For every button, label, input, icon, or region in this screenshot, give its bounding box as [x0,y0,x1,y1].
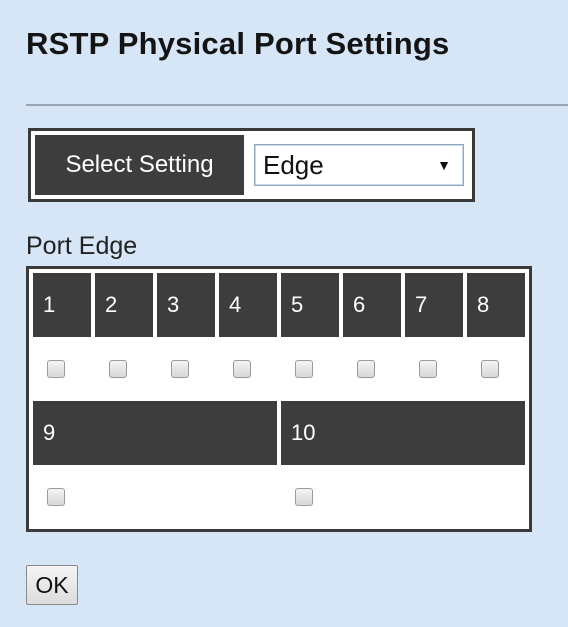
port-header-8: 8 [467,273,525,337]
port-10-cell [281,469,525,525]
port-8-checkbox[interactable] [481,359,499,378]
port-2-checkbox[interactable] [109,359,127,378]
page-title: RSTP Physical Port Settings [26,26,450,61]
port-7-checkbox[interactable] [419,359,437,378]
port-1-cell [33,341,91,397]
port-5-checkbox[interactable] [295,359,313,378]
port-header-row-1: 1 2 3 4 5 6 7 8 [33,273,525,337]
port-2-cell [95,341,153,397]
port-header-7: 7 [405,273,463,337]
port-header-4: 4 [219,273,277,337]
port-9-cell [33,469,277,525]
port-6-checkbox[interactable] [357,359,375,378]
port-checkbox-row-1 [33,341,525,397]
port-checkbox-row-2 [33,469,525,525]
select-setting-table: Select Setting Edge ▼ [28,128,475,202]
port-edge-label: Port Edge [26,232,138,260]
port-4-checkbox[interactable] [233,359,251,378]
port-header-2: 2 [95,273,153,337]
port-header-3: 3 [157,273,215,337]
title-divider [26,104,568,106]
port-4-cell [219,341,277,397]
port-header-1: 1 [33,273,91,337]
setting-dropdown[interactable]: Edge ▼ [254,144,464,186]
triangle-down-icon: ▼ [437,157,451,173]
select-setting-cell: Edge ▼ [248,135,468,195]
select-setting-label: Select Setting [35,135,244,195]
port-header-row-2: 9 10 [33,401,525,465]
setting-dropdown-value: Edge [263,149,324,180]
port-1-checkbox[interactable] [47,359,65,378]
port-3-cell [157,341,215,397]
port-5-cell [281,341,339,397]
port-header-10: 10 [281,401,525,465]
port-3-checkbox[interactable] [171,359,189,378]
port-10-checkbox[interactable] [295,487,313,506]
port-7-cell [405,341,463,397]
port-header-9: 9 [33,401,277,465]
port-8-cell [467,341,525,397]
port-6-cell [343,341,401,397]
port-edge-table: 1 2 3 4 5 6 7 8 9 10 [26,266,532,532]
port-header-6: 6 [343,273,401,337]
port-header-5: 5 [281,273,339,337]
ok-button[interactable]: OK [26,565,78,605]
port-9-checkbox[interactable] [47,487,65,506]
